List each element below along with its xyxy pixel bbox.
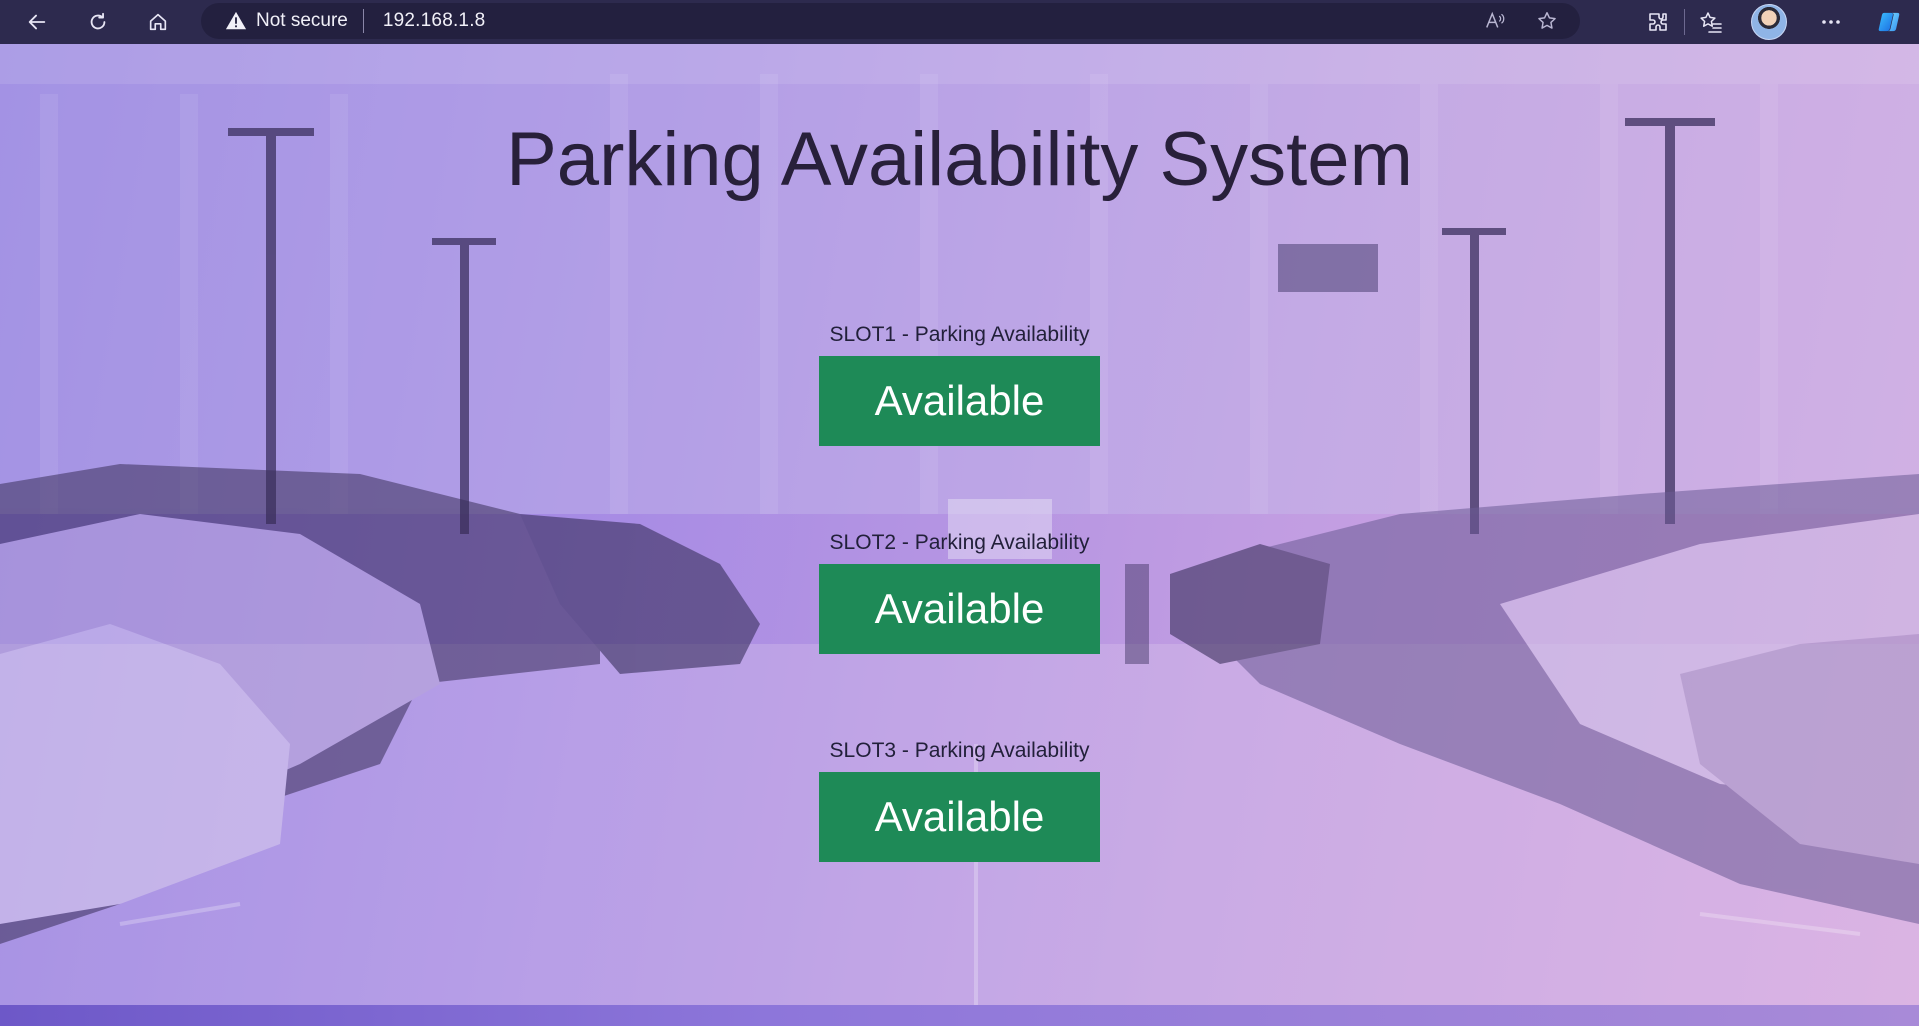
back-icon (28, 14, 46, 30)
page-title: Parking Availability System (506, 117, 1413, 202)
slot-1-status-button[interactable]: Available (819, 356, 1100, 446)
reload-button[interactable] (79, 3, 117, 41)
security-label[interactable]: Not secure (256, 10, 348, 32)
more-icon (1822, 20, 1840, 24)
extensions-button[interactable] (1638, 2, 1678, 42)
profile-button[interactable] (1749, 2, 1789, 42)
extensions-icon (1649, 13, 1667, 31)
copilot-button[interactable] (1869, 2, 1909, 42)
home-icon (149, 13, 167, 31)
favorites-icon (1700, 12, 1722, 33)
page-body: Parking Availability System SLOT1 - Park… (0, 44, 1919, 1005)
copilot-icon (1878, 12, 1900, 32)
slot-3-status-button[interactable]: Available (819, 772, 1100, 862)
page-bottom-edge (0, 1005, 1919, 1026)
favorites-button[interactable] (1691, 2, 1731, 42)
profile-avatar (1751, 4, 1787, 40)
slot-3-panel: SLOT3 - Parking Availability Available (0, 739, 1919, 862)
read-aloud-icon (1486, 11, 1505, 28)
slot-2-status-button[interactable]: Available (819, 564, 1100, 654)
reload-icon (90, 12, 106, 30)
toolbar-divider (1684, 9, 1685, 35)
browser-toolbar: Not secure 192.168.1.8 (0, 0, 1919, 44)
slot-2-panel: SLOT2 - Parking Availability Available (0, 531, 1919, 654)
back-button[interactable] (18, 3, 56, 41)
slot-2-label: SLOT2 - Parking Availability (829, 531, 1090, 554)
slot-3-label: SLOT3 - Parking Availability (829, 739, 1090, 762)
favorite-star-icon (1538, 12, 1556, 29)
toolbar-right (1638, 0, 1919, 44)
slot-1-panel: SLOT1 - Parking Availability Available (0, 323, 1919, 446)
add-favorite-button[interactable] (1532, 8, 1562, 34)
slot-1-label: SLOT1 - Parking Availability (829, 323, 1090, 346)
read-aloud-button[interactable] (1480, 8, 1510, 34)
more-button[interactable] (1811, 2, 1851, 42)
home-button[interactable] (139, 3, 177, 41)
address-bar[interactable]: Not secure 192.168.1.8 (201, 3, 1580, 39)
warning-icon[interactable] (225, 10, 247, 32)
address-divider (362, 9, 364, 33)
url-text[interactable]: 192.168.1.8 (383, 10, 486, 32)
